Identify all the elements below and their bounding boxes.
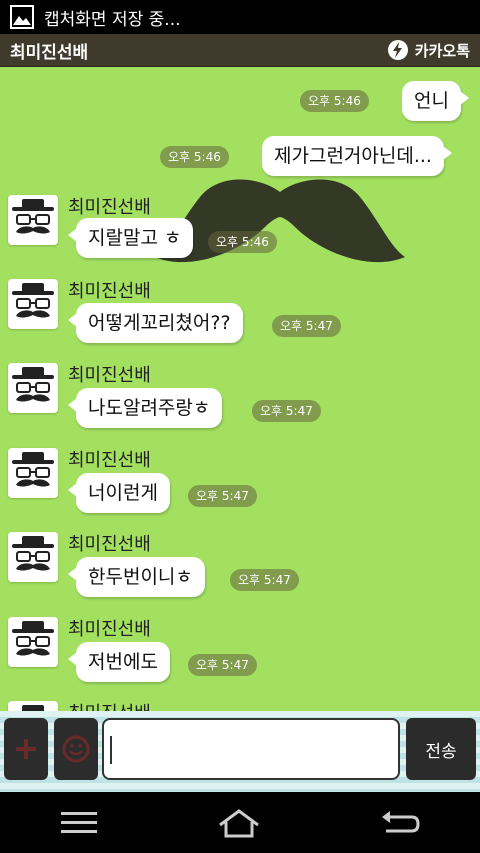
message-time: 오후 5:47: [252, 400, 321, 422]
avatar[interactable]: [8, 532, 58, 582]
add-button[interactable]: [4, 718, 48, 780]
message-time: 오후 5:46: [160, 146, 229, 168]
avatar[interactable]: [8, 448, 58, 498]
plus-icon: [16, 739, 36, 759]
back-icon[interactable]: [380, 808, 420, 838]
message-time: 오후 5:46: [300, 90, 369, 112]
home-icon[interactable]: [217, 808, 261, 838]
brand-name: 카카오톡: [414, 41, 470, 60]
image-icon: [10, 5, 34, 29]
incoming-message[interactable]: 한두번이니ㅎ: [68, 557, 205, 597]
chat-header: 최미진선배 카카오톡: [0, 34, 480, 67]
smiley-icon: [62, 735, 90, 763]
chat-room-title: 최미진선배: [10, 42, 89, 63]
sender-name: 최미진선배: [68, 281, 151, 302]
sender-name: 최미진선배: [68, 450, 151, 471]
outgoing-message[interactable]: 제가그런거아닌데...: [262, 136, 452, 176]
incoming-message[interactable]: 나도알려주랑ㅎ: [67, 388, 223, 428]
avatar[interactable]: [8, 701, 58, 711]
avatar[interactable]: [8, 279, 58, 329]
kakaotalk-logo-icon: [387, 40, 408, 60]
incoming-message[interactable]: 너이런게: [68, 473, 170, 513]
avatar[interactable]: [8, 617, 58, 667]
menu-icon[interactable]: [60, 810, 98, 836]
avatar[interactable]: [8, 363, 58, 413]
sender-name: 최미진선배: [68, 365, 151, 386]
outgoing-message[interactable]: 언니: [402, 81, 469, 121]
sender-name: 최미진선배: [68, 534, 151, 555]
incoming-message[interactable]: 저번에도: [68, 642, 170, 682]
message-time: 오후 5:47: [188, 485, 257, 507]
navigation-bar: [0, 792, 480, 853]
chat-area[interactable]: 오후 5:46 언니 오후 5:46 제가그런거아닌데... 최미진선배 지랄말…: [0, 67, 480, 711]
sender-name: 최미진선배: [68, 197, 151, 218]
send-button[interactable]: 전송: [406, 718, 476, 780]
message-input-bar: 전송: [0, 711, 480, 792]
incoming-message[interactable]: 어떻게꼬리쳤어??: [68, 303, 243, 343]
message-time: 오후 5:47: [230, 569, 299, 591]
message-time: 오후 5:47: [272, 315, 341, 337]
message-time: 오후 5:47: [188, 654, 257, 676]
status-text: 캡처화면 저장 중...: [44, 9, 181, 30]
status-bar: 캡처화면 저장 중...: [0, 0, 480, 34]
message-time: 오후 5:46: [208, 231, 277, 253]
sender-name: 최미진선배: [68, 699, 151, 711]
emoticon-button[interactable]: [54, 718, 98, 780]
sender-name: 최미진선배: [68, 619, 151, 640]
incoming-message[interactable]: 지랄말고 ㅎ: [67, 218, 194, 258]
message-input[interactable]: [102, 718, 400, 780]
brand: 카카오톡: [387, 39, 470, 61]
avatar[interactable]: [8, 195, 58, 245]
